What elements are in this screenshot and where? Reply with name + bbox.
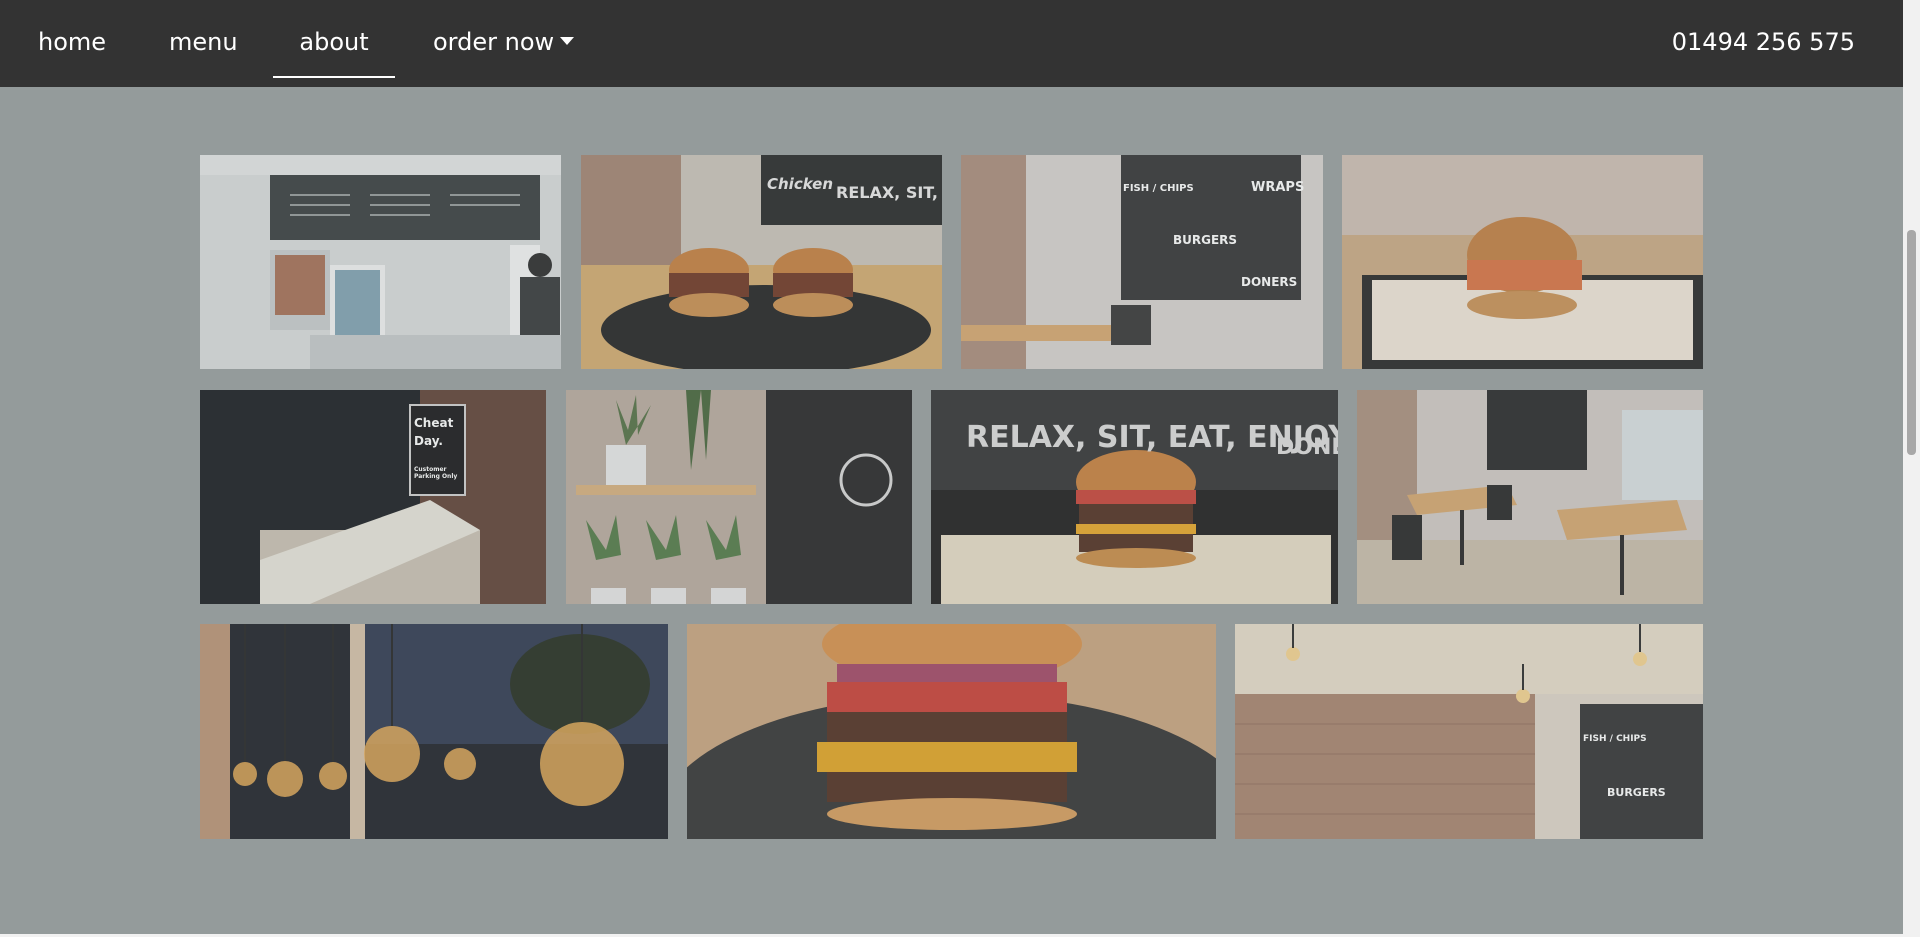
photo-caption-relax-board: RELAX, SIT, EA [836,183,942,202]
photo-caption-burgers-2: BURGERS [1607,786,1666,799]
photo-caption-parking: Customer Parking Only [414,466,458,480]
gallery-photo-menu-board-wall[interactable]: FISH / CHIPS WRAPS BURGERS DONERS [961,155,1323,369]
gallery-photo-pendant-lights[interactable] [200,624,668,839]
nav-order-label: order now [433,28,555,56]
photo-caption-burgers: BURGERS [1173,233,1238,247]
page: home menu about order now 01494 256 575 [0,0,1920,937]
gallery-photo-burger-closeup[interactable] [687,624,1216,839]
top-navigation-bar: home menu about order now 01494 256 575 [0,0,1903,87]
photo-caption-fish-chips-2: FISH / CHIPS [1583,734,1647,744]
phone-number-link[interactable]: 01494 256 575 [1672,0,1855,87]
nav-link-home[interactable]: home [38,0,106,87]
nav-link-menu[interactable]: menu [169,0,238,87]
photo-caption-chicken: Chicken [767,175,834,193]
gallery-photo-brick-wall-interior[interactable]: FISH / CHIPS BURGERS [1235,624,1703,839]
gallery-photo-seating-area[interactable] [1357,390,1703,604]
gallery-photo-two-burgers[interactable]: RELAX, SIT, EA Chicken [581,155,942,369]
gallery-photo-plants-shelf[interactable] [566,390,912,604]
gallery-photo-storefront-night[interactable]: Cheat Day. Customer Parking Only [200,390,546,604]
gallery-photo-double-burger-board[interactable]: RELAX, SIT, EAT, ENJOY! DONERS [931,390,1338,604]
vertical-scrollbar[interactable] [1903,0,1920,937]
caret-down-icon [560,37,575,45]
photo-caption-doners-2: DONERS [1276,435,1338,460]
photo-caption-cheat-day-sign: Cheat Day. [414,416,454,448]
gallery-photo-chicken-burger-tray[interactable] [1342,155,1703,369]
gallery-photo-counter-interior[interactable] [200,155,561,369]
photo-caption-doners: DONERS [1241,275,1298,289]
photo-caption-fish-chips: FISH / CHIPS [1123,183,1194,194]
scrollbar-thumb[interactable] [1907,230,1916,455]
photo-caption-wraps: WRAPS [1251,180,1305,195]
nav-dropdown-order-now[interactable]: order now [433,0,575,87]
nav-link-about[interactable]: about [273,0,395,78]
